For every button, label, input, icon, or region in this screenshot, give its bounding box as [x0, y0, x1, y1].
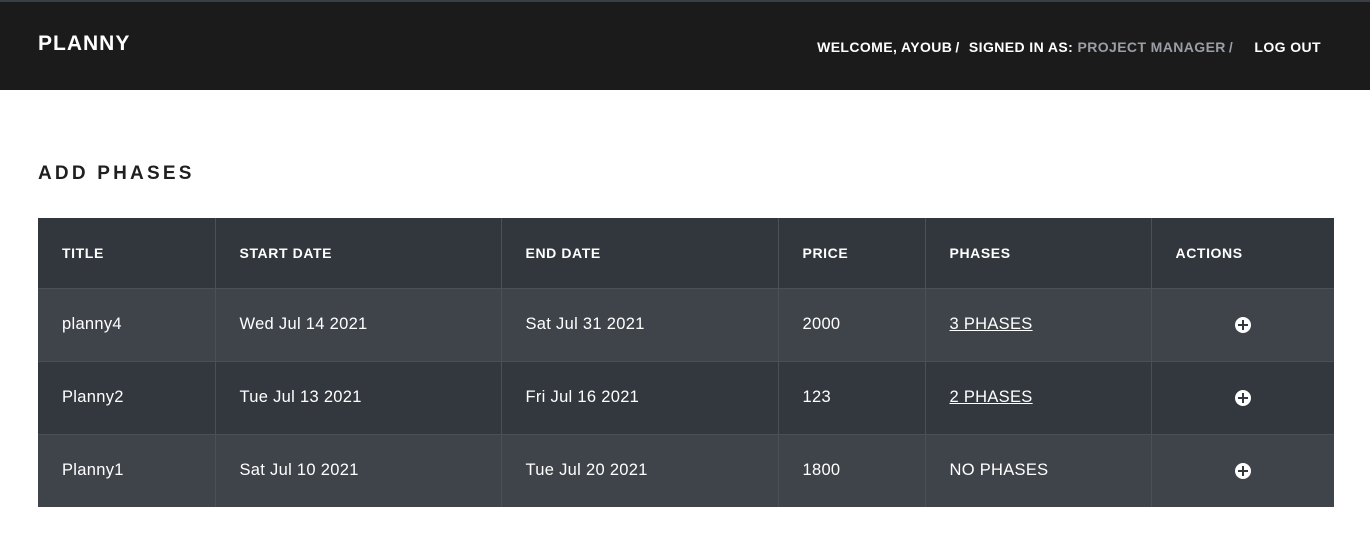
column-header-actions: ACTIONS [1175, 244, 1243, 261]
nav-separator: / [955, 39, 960, 55]
cell-start-date: Wed Jul 14 2021 [215, 288, 502, 361]
welcome-text: WELCOME, AYOUB [817, 39, 953, 55]
cell-end-date: Tue Jul 20 2021 [501, 434, 779, 507]
plus-circle-icon[interactable] [1234, 462, 1251, 479]
column-header-price: PRICE [778, 218, 926, 288]
cell-start-date: Tue Jul 13 2021 [215, 361, 502, 434]
table-header-row: TITLE START DATE END DATE PRICE PHASES A… [38, 218, 1334, 288]
table-row: Planny1 Sat Jul 10 2021 Tue Jul 20 2021 … [38, 434, 1334, 507]
column-header-end-date: END DATE [501, 218, 779, 288]
user-nav: WELCOME, AYOUB / SIGNED IN AS: PROJECT MA… [817, 39, 1321, 55]
brand-logo[interactable]: PLANNY [38, 32, 130, 56]
cell-phases: NO PHASES [925, 434, 1152, 507]
phases-link[interactable]: 3 PHASES [950, 315, 1033, 333]
column-header-start-date: START DATE [215, 218, 502, 288]
cell-price: 123 [778, 361, 926, 434]
top-navbar: PLANNY WELCOME, AYOUB / SIGNED IN AS: PRO… [0, 0, 1370, 90]
phases-link[interactable]: 2 PHASES [950, 388, 1033, 406]
column-header-title: TITLE [38, 218, 216, 288]
cell-phases: 3 PHASES [925, 288, 1152, 361]
cell-start-date: Sat Jul 10 2021 [215, 434, 502, 507]
cell-phases: 2 PHASES [925, 361, 1152, 434]
cell-price: 2000 [778, 288, 926, 361]
nav-separator: / [1228, 39, 1234, 55]
cell-end-date: Fri Jul 16 2021 [501, 361, 779, 434]
plus-circle-icon[interactable] [1234, 389, 1251, 406]
logout-link[interactable]: LOG OUT [1254, 39, 1321, 55]
cell-title: planny4 [38, 288, 216, 361]
cell-price: 1800 [778, 434, 926, 507]
cell-actions [1151, 361, 1334, 434]
projects-table: TITLE START DATE END DATE PRICE PHASES A… [38, 218, 1334, 507]
column-header-phases: PHASES [925, 218, 1152, 288]
cell-actions [1151, 434, 1334, 507]
user-role: PROJECT MANAGER [1077, 39, 1226, 55]
page-title: ADD PHASES [38, 163, 195, 184]
table-row: Planny2 Tue Jul 13 2021 Fri Jul 16 2021 … [38, 361, 1334, 434]
table-row: planny4 Wed Jul 14 2021 Sat Jul 31 2021 … [38, 288, 1334, 361]
cell-title: Planny2 [38, 361, 216, 434]
cell-end-date: Sat Jul 31 2021 [501, 288, 779, 361]
signed-in-label: SIGNED IN AS: [968, 39, 1074, 55]
cell-title: Planny1 [38, 434, 216, 507]
plus-circle-icon[interactable] [1234, 316, 1251, 333]
cell-actions [1151, 288, 1334, 361]
